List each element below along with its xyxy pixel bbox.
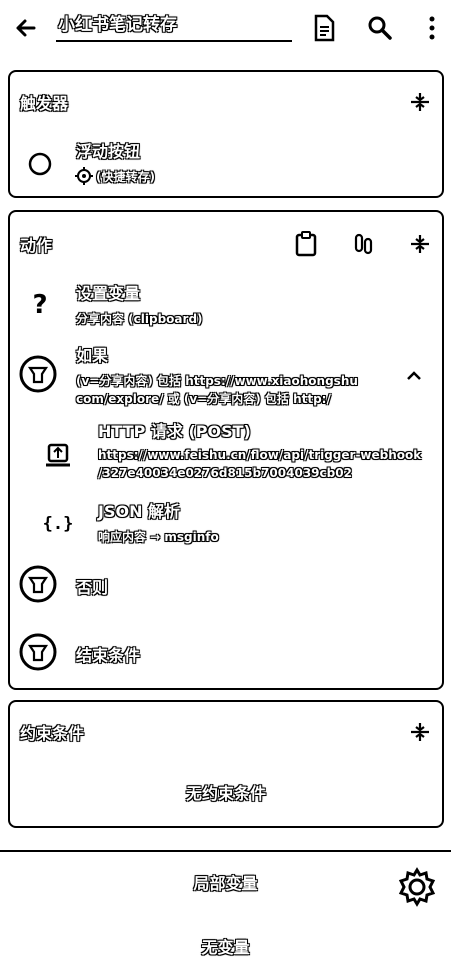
constraints-title: 约束条件	[20, 724, 85, 743]
action-sub-line2: com/explore/ 或 (v=分享内容) 包括 http:/	[76, 392, 331, 406]
action-sub-line2: /327e40034e0276d815b7004039cb02	[98, 466, 352, 480]
expand-icon[interactable]	[408, 90, 432, 114]
expand-icon[interactable]	[408, 232, 432, 256]
expand-icon[interactable]	[408, 720, 432, 744]
chevron-up-icon[interactable]	[402, 364, 426, 388]
question-mark-icon: ?	[22, 286, 58, 322]
action-sub: 分享内容 (clipboard)	[76, 312, 203, 326]
action-label: HTTP 请求 (POST)	[98, 422, 251, 441]
trigger-title: 触发器	[20, 94, 69, 113]
branch-icon	[18, 354, 58, 394]
circle-icon	[22, 146, 58, 182]
action-label: 结束条件	[76, 646, 141, 665]
constraints-empty: 无约束条件	[185, 784, 266, 803]
trigger-item-sub: (快捷转存)	[96, 170, 155, 184]
back-arrow-icon[interactable]	[8, 10, 44, 46]
svg-text:?: ?	[32, 290, 47, 320]
branch-icon	[18, 632, 58, 672]
search-icon[interactable]	[362, 10, 398, 46]
trigger-card: 触发器 浮动按钮 (快捷转存)	[8, 70, 444, 198]
test-tube-icon[interactable]	[350, 230, 378, 258]
action-sub-line1: https://www.feishu.cn/flow/api/trigger-w…	[98, 448, 422, 462]
gear-icon	[74, 166, 94, 186]
section-divider	[0, 850, 451, 852]
top-app-bar: 小红书笔记转存	[0, 0, 451, 56]
upload-icon	[40, 438, 76, 474]
action-sub-line1: (v=分享内容) 包括 https://www.xiaohongshu	[76, 374, 358, 388]
constraints-card: 约束条件 无约束条件	[8, 700, 444, 828]
json-braces-icon: {.}	[40, 504, 76, 540]
more-vert-icon[interactable]	[414, 10, 450, 46]
action-label: JSON 解析	[98, 502, 181, 521]
local-variables-empty: 无变量	[201, 938, 250, 957]
settings-gear-icon[interactable]	[396, 866, 438, 908]
local-variables-title: 局部变量	[193, 874, 258, 893]
svg-text:{.}: {.}	[43, 514, 74, 534]
action-label: 如果	[76, 346, 109, 365]
trigger-item-label: 浮动按钮	[76, 142, 141, 161]
macro-name-field[interactable]: 小红书笔记转存	[56, 10, 292, 42]
actions-card: 动作 ? 设置变量 分享内容 (clipboard) 如果 (v=分享内容) 包…	[8, 210, 444, 690]
action-sub: 响应内容 → msginfo	[98, 530, 219, 544]
action-label: 设置变量	[76, 284, 141, 303]
actions-title: 动作	[20, 236, 53, 255]
action-label: 否则	[76, 578, 109, 597]
document-icon[interactable]	[306, 10, 342, 46]
clipboard-icon[interactable]	[292, 230, 320, 258]
branch-icon	[18, 564, 58, 604]
